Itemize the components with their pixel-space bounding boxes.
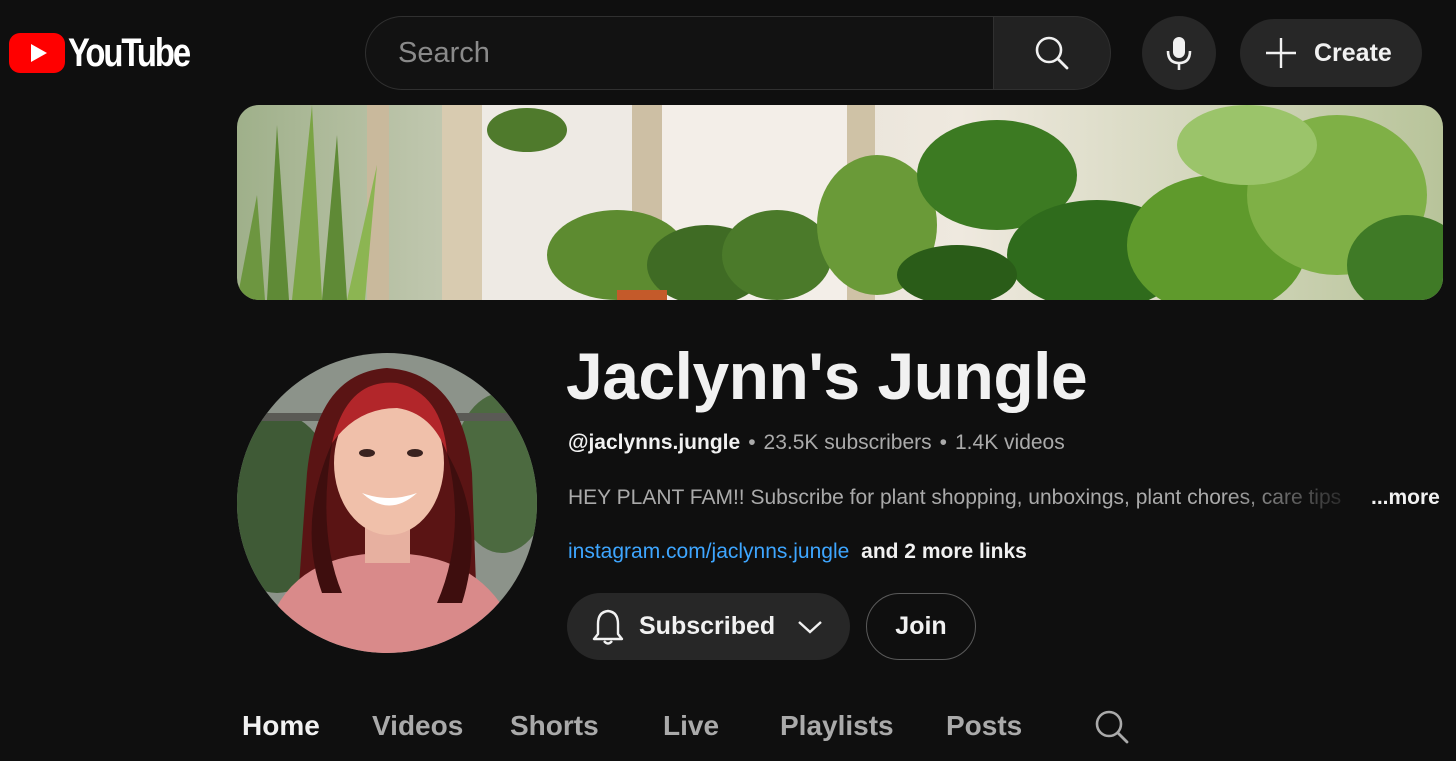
- channel-meta: @jaclynns.jungle • 23.5K subscribers • 1…: [568, 431, 1065, 455]
- bell-icon: [592, 609, 624, 645]
- tab-shorts[interactable]: Shorts: [510, 710, 599, 742]
- search-input-container[interactable]: [365, 16, 993, 90]
- tab-home[interactable]: Home: [242, 710, 320, 742]
- more-links-button[interactable]: and 2 more links: [861, 540, 1027, 563]
- tab-live[interactable]: Live: [663, 710, 719, 742]
- channel-banner: [237, 105, 1443, 300]
- channel-search-button[interactable]: [1094, 709, 1130, 750]
- search-button[interactable]: [993, 16, 1111, 90]
- microphone-icon: [1166, 37, 1192, 70]
- join-button[interactable]: Join: [866, 593, 976, 660]
- channel-tabs: Home Videos Shorts Live Playlists Posts: [0, 710, 1456, 750]
- chevron-down-icon: [798, 620, 822, 634]
- youtube-channel-page: YouTube Create: [0, 0, 1456, 761]
- description-more-link[interactable]: ...more: [1371, 486, 1440, 510]
- video-count: 1.4K videos: [955, 431, 1065, 454]
- meta-separator: •: [748, 431, 756, 454]
- tab-videos[interactable]: Videos: [372, 710, 463, 742]
- create-button[interactable]: Create: [1240, 19, 1422, 87]
- channel-description[interactable]: HEY PLANT FAM!! Subscribe for plant shop…: [568, 486, 1456, 514]
- search-bar: [365, 16, 1111, 90]
- plus-icon: [1266, 38, 1296, 68]
- subscribed-label: Subscribed: [639, 612, 776, 640]
- channel-handle[interactable]: @jaclynns.jungle: [568, 431, 740, 455]
- instagram-link[interactable]: instagram.com/jaclynns.jungle: [568, 540, 849, 563]
- subscribed-button[interactable]: Subscribed: [567, 593, 850, 660]
- logo-wordmark: YouTube: [68, 30, 191, 75]
- channel-links: instagram.com/jaclynns.jungle and 2 more…: [568, 540, 1027, 564]
- search-icon: [1035, 36, 1069, 70]
- channel-avatar[interactable]: [237, 353, 537, 653]
- meta-separator: •: [939, 431, 947, 454]
- description-text: HEY PLANT FAM!! Subscribe for plant shop…: [568, 486, 1342, 509]
- subscriber-count: 23.5K subscribers: [763, 431, 932, 454]
- create-label: Create: [1314, 38, 1392, 67]
- tab-posts[interactable]: Posts: [946, 710, 1022, 742]
- voice-search-button[interactable]: [1142, 16, 1216, 90]
- youtube-logo[interactable]: YouTube: [9, 31, 216, 75]
- youtube-play-icon: [9, 33, 65, 73]
- tab-playlists[interactable]: Playlists: [780, 710, 894, 742]
- search-input[interactable]: [398, 36, 993, 70]
- channel-title: Jaclynn's Jungle: [566, 339, 1088, 413]
- search-icon: [1095, 710, 1129, 744]
